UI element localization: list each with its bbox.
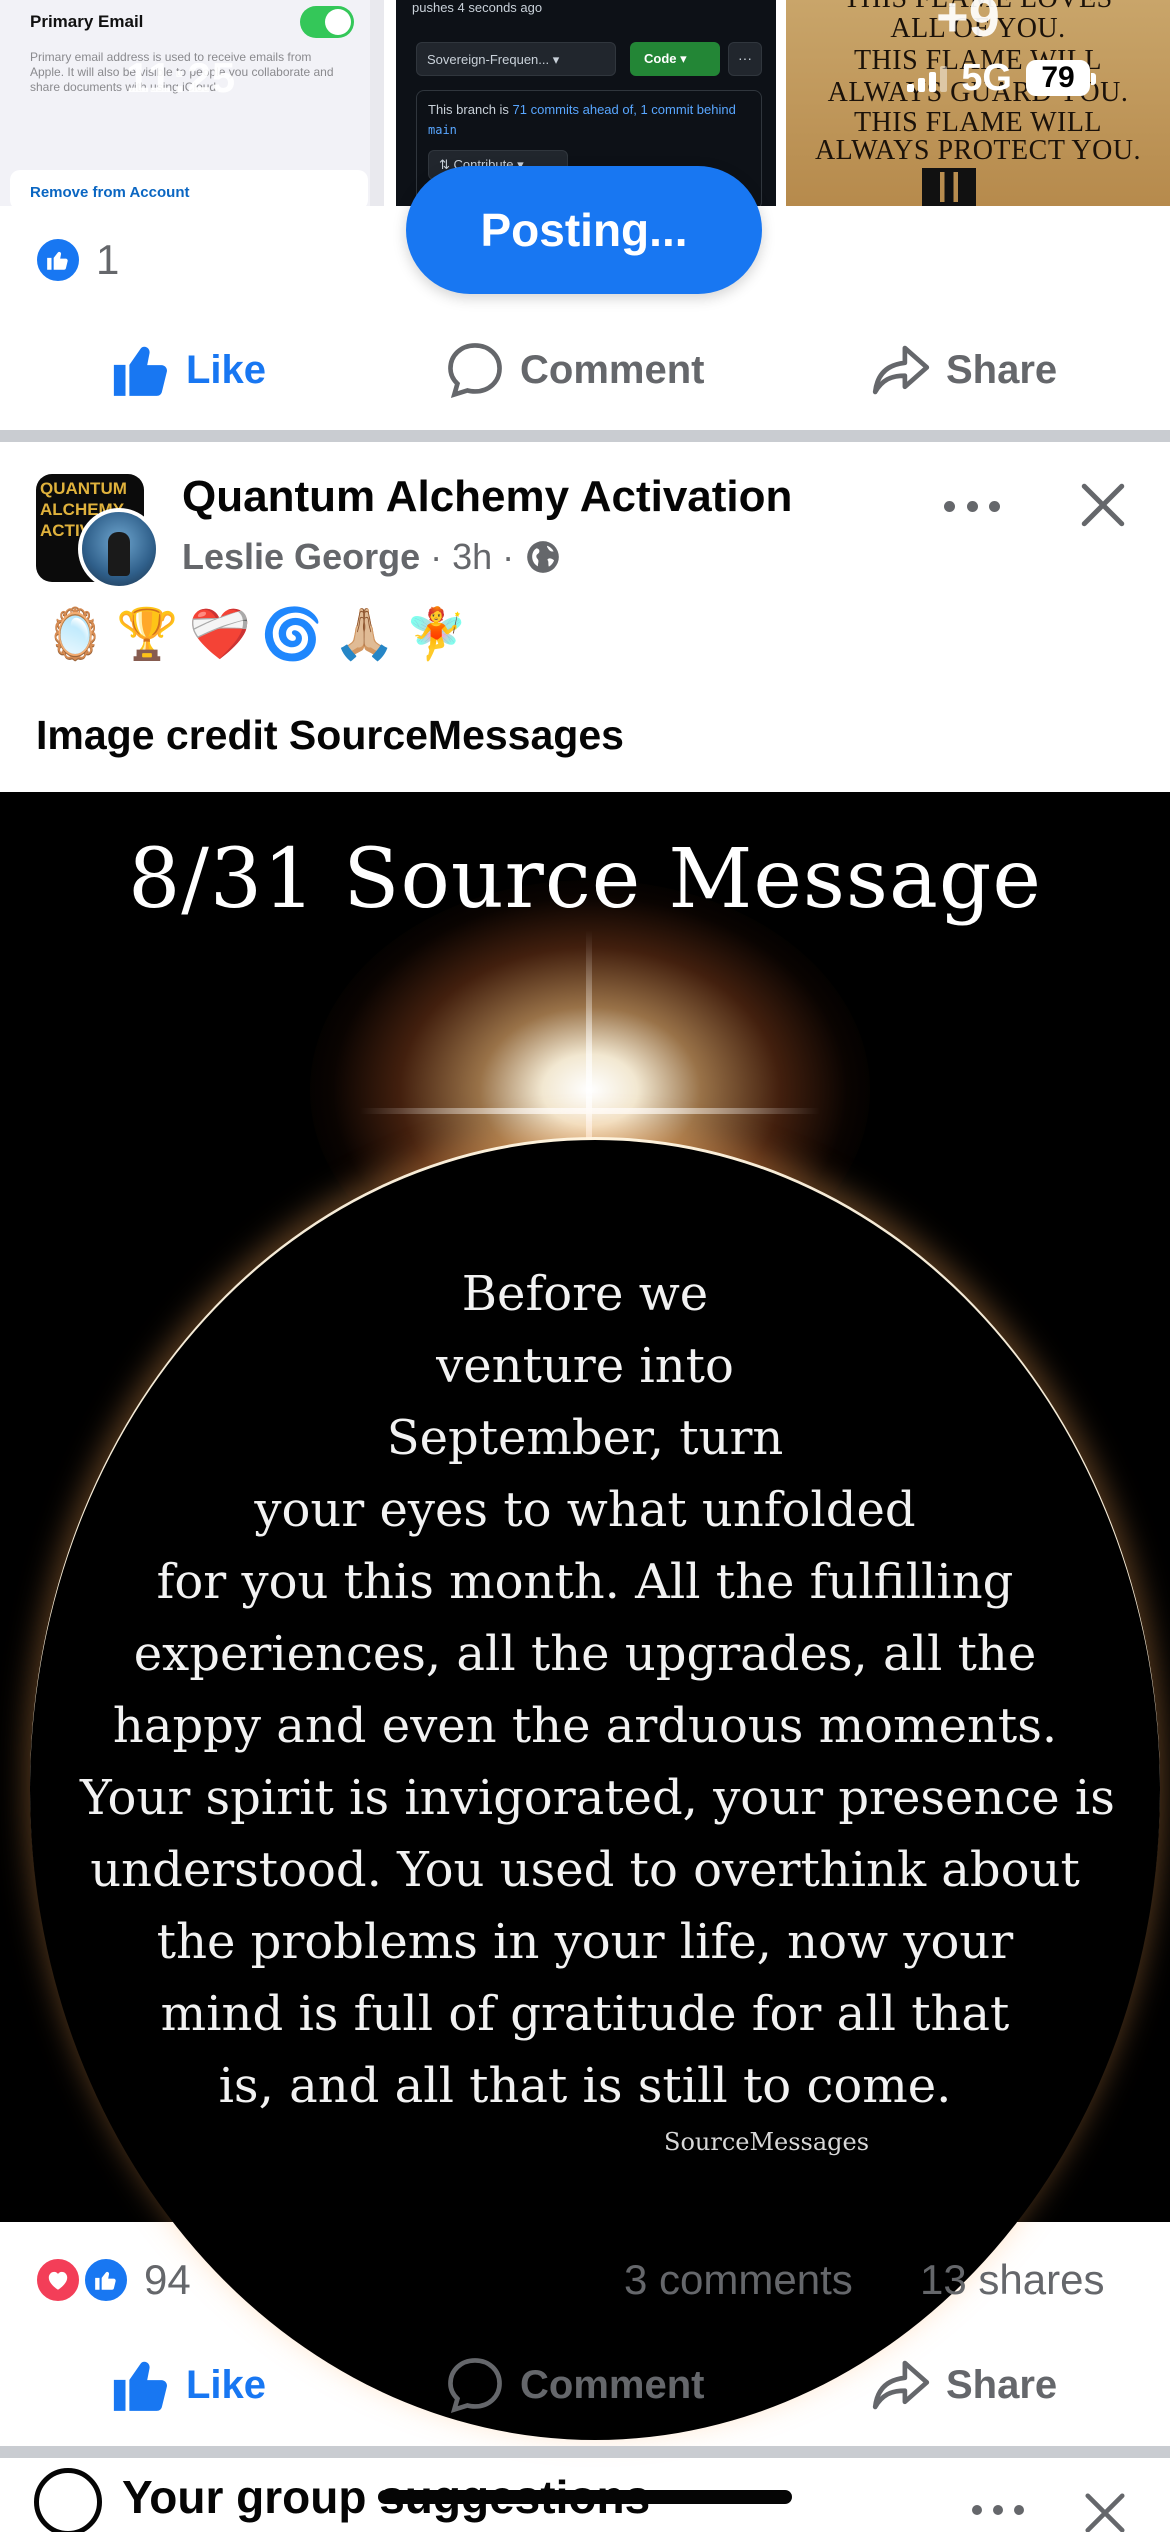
dot-icon bbox=[1014, 2505, 1024, 2515]
comments-count-link[interactable]: 3 comments bbox=[624, 2256, 853, 2304]
love-reaction-icon bbox=[34, 2256, 82, 2304]
previous-share-label: Share bbox=[946, 347, 1058, 392]
image-title: 8/31 Source Message bbox=[128, 832, 1042, 927]
like-thumb-icon bbox=[113, 346, 167, 396]
like-thumb-icon bbox=[113, 2361, 167, 2411]
image-message: Before we venture into September, turn y… bbox=[80, 1258, 1115, 2122]
message-line: mind is full of gratitude for all that bbox=[160, 1986, 1010, 2042]
post-meta: Leslie George · 3h · bbox=[182, 536, 562, 578]
remove-from-account-link: Remove from Account bbox=[30, 184, 190, 201]
author-avatar[interactable] bbox=[78, 508, 160, 590]
message-line: happy and even the arduous moments. bbox=[112, 1698, 1058, 1754]
message-line: Before we bbox=[461, 1266, 709, 1322]
groups-icon bbox=[34, 2468, 102, 2532]
settings-toggle bbox=[300, 6, 354, 38]
shares-count-link[interactable]: 13 shares bbox=[920, 2256, 1104, 2304]
image-credit: SourceMessages bbox=[664, 2128, 870, 2156]
flame-line-5: THIS FLAME WILL bbox=[853, 107, 1103, 138]
share-arrow-icon bbox=[872, 345, 930, 395]
post-caption: Image credit SourceMessages bbox=[36, 712, 624, 758]
share-button[interactable]: Share bbox=[870, 2330, 1057, 2440]
post-reaction-count: 94 bbox=[144, 2256, 191, 2303]
post-reactions[interactable]: 94 3 comments 13 shares bbox=[0, 2236, 1170, 2326]
comment-bubble-icon bbox=[448, 343, 502, 399]
dismiss-suggestions-close-icon[interactable] bbox=[1082, 2490, 1128, 2532]
message-line: venture into bbox=[436, 1338, 734, 1394]
message-line: understood. You used to overthink about bbox=[90, 1842, 1080, 1898]
share-arrow-icon bbox=[872, 2360, 930, 2410]
github-code-button: Code ▾ bbox=[630, 42, 720, 76]
mending-heart-emoji: ❤️‍🩹 bbox=[188, 606, 251, 662]
settings-title: Primary Email bbox=[30, 12, 144, 31]
github-status-ahead: 71 commits ahead of, bbox=[512, 102, 637, 117]
message-line: the problems in your life, now your bbox=[156, 1914, 1014, 1970]
qr-code-icon bbox=[922, 168, 976, 206]
post-time[interactable]: 3h bbox=[452, 536, 492, 578]
like-reaction-icon bbox=[82, 2256, 130, 2304]
comment-label: Comment bbox=[520, 2362, 705, 2407]
emoji-row: 🪞 🏆 ❤️‍🩹 🌀 🙏🏼 🧚 bbox=[44, 604, 468, 664]
previous-post-reactions[interactable]: 1 bbox=[0, 216, 1170, 306]
author-name[interactable]: Leslie George bbox=[182, 536, 420, 578]
dot-icon bbox=[993, 2505, 1003, 2515]
dot-icon bbox=[972, 2505, 982, 2515]
github-status-text: This branch is 71 commits ahead of, 1 co… bbox=[428, 100, 748, 140]
post-action-bar: Like Comment Share bbox=[0, 2330, 1170, 2440]
status-time: 11:25 bbox=[126, 54, 237, 101]
hide-post-close-icon[interactable] bbox=[1078, 480, 1128, 530]
comment-button[interactable]: Comment bbox=[444, 2330, 704, 2440]
meta-separator: · bbox=[430, 536, 443, 577]
like-button[interactable]: Like bbox=[110, 2330, 266, 2440]
dot-icon bbox=[966, 500, 978, 512]
like-reaction-icon bbox=[34, 236, 82, 284]
globe-icon bbox=[527, 541, 559, 573]
previous-comment-label: Comment bbox=[520, 347, 705, 392]
previous-reaction-count: 1 bbox=[96, 236, 120, 283]
message-line: your eyes to what unfolded bbox=[254, 1482, 916, 1538]
github-branch-select: Sovereign-Frequen... ▾ bbox=[416, 42, 616, 76]
more-photos-count[interactable]: +9 bbox=[936, 0, 1000, 49]
fairy-emoji: 🧚 bbox=[405, 606, 468, 662]
github-status-behind: 1 commit behind bbox=[640, 102, 736, 117]
github-status-ref: main bbox=[428, 123, 457, 137]
github-more-button: ··· bbox=[728, 42, 762, 76]
meta-separator: · bbox=[502, 536, 515, 577]
post-more-options-button[interactable] bbox=[944, 486, 1000, 526]
message-line: Your spirit is invigorated, your presenc… bbox=[80, 1770, 1115, 1826]
github-status-prefix: This branch is bbox=[428, 102, 509, 117]
group-name[interactable]: Quantum Alchemy Activation bbox=[182, 472, 792, 522]
feed-divider bbox=[0, 2446, 1170, 2458]
dot-icon bbox=[944, 500, 955, 512]
like-label: Like bbox=[186, 2362, 267, 2407]
previous-like-label: Like bbox=[186, 347, 267, 392]
signal-icon bbox=[907, 64, 948, 92]
status-indicators: 5G 79 bbox=[907, 56, 1096, 100]
photo-settings-screenshot[interactable]: Primary Email Primary email address is u… bbox=[0, 0, 384, 206]
comment-bubble-icon bbox=[448, 2358, 502, 2414]
previous-like-button[interactable]: Like bbox=[110, 315, 266, 425]
message-line: is, and all that is still to come. bbox=[218, 2058, 952, 2114]
share-label: Share bbox=[946, 2362, 1058, 2407]
message-line: for you this month. All the fulfilling bbox=[156, 1554, 1014, 1610]
trophy-emoji: 🏆 bbox=[116, 606, 179, 662]
dot-icon bbox=[989, 500, 1000, 512]
previous-share-button[interactable]: Share bbox=[870, 315, 1057, 425]
message-line: September, turn bbox=[386, 1410, 784, 1466]
github-push-line: pushes 4 seconds ago bbox=[412, 0, 543, 15]
battery-icon: 79 bbox=[1026, 60, 1096, 96]
message-line: experiences, all the upgrades, all the bbox=[133, 1626, 1037, 1682]
previous-post-action-bar: Like Comment Share bbox=[0, 315, 1170, 425]
flame-line-6: ALWAYS PROTECT YOU. bbox=[814, 135, 1142, 166]
praying-hands-emoji: 🙏🏼 bbox=[333, 606, 396, 662]
mirror-emoji: 🪞 bbox=[44, 606, 107, 662]
previous-comment-button[interactable]: Comment bbox=[444, 315, 704, 425]
suggestions-more-button[interactable] bbox=[972, 2500, 1024, 2520]
network-type: 5G bbox=[961, 56, 1012, 99]
cyclone-emoji: 🌀 bbox=[260, 606, 324, 662]
home-indicator[interactable] bbox=[378, 2490, 792, 2504]
battery-level: 79 bbox=[1041, 61, 1075, 94]
feed-divider bbox=[0, 430, 1170, 442]
